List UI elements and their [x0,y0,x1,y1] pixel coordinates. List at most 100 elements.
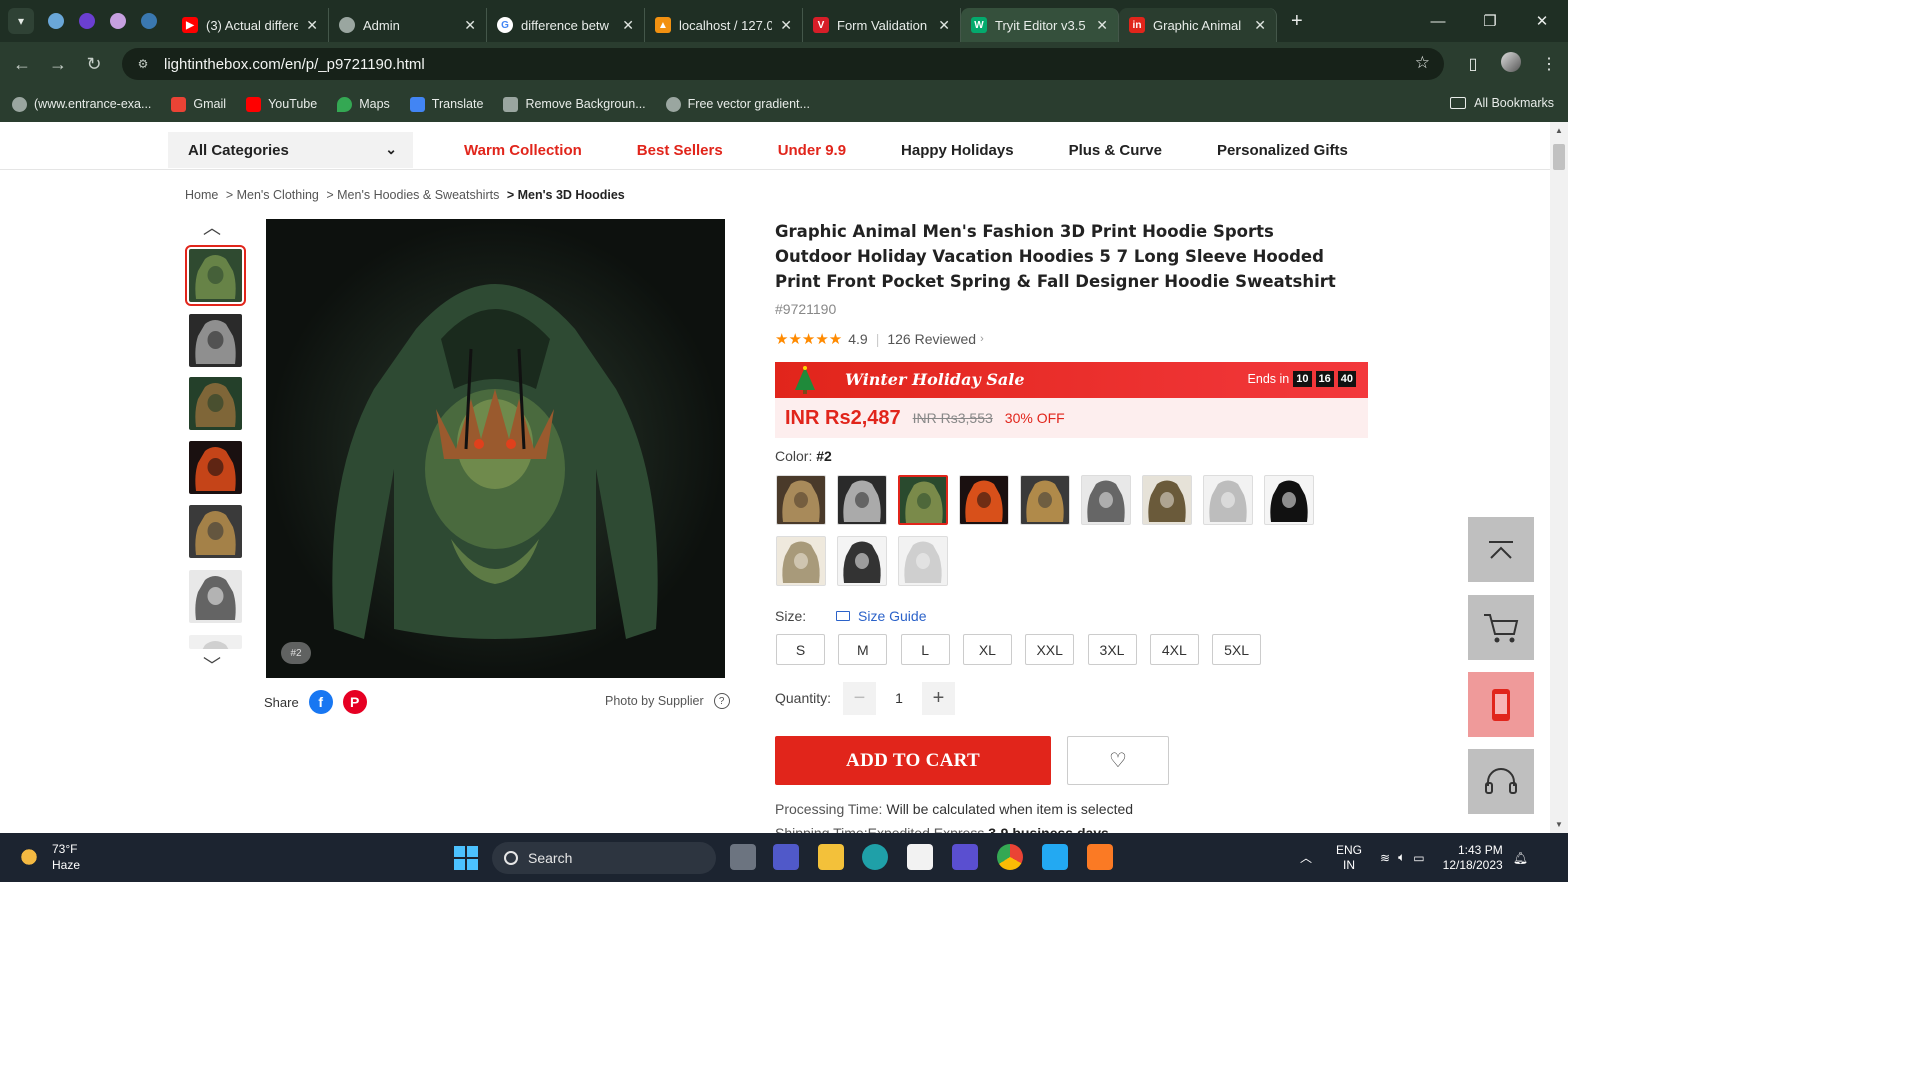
scroll-down-icon[interactable]: ▼ [1550,820,1568,829]
pinned-tab-icon[interactable] [110,13,126,29]
add-to-cart-button[interactable]: ADD TO CART [775,736,1051,785]
color-swatch[interactable] [776,475,826,525]
bookmark-item[interactable]: Free vector gradient... [665,96,810,112]
close-tab-icon[interactable]: ✕ [622,17,634,34]
bookmark-item[interactable]: (www.entrance-exa... [12,96,151,112]
main-product-image[interactable] [266,219,725,678]
tab-search-button[interactable]: ▾ [8,8,34,34]
clock[interactable]: 1:43 PM 12/18/2023 [1443,843,1503,873]
site-info-icon[interactable]: ⚙ [134,55,152,73]
breadcrumb-home[interactable]: Home [185,188,218,202]
chrome-icon[interactable] [997,844,1023,870]
quantity-decrease-button[interactable]: − [843,682,876,715]
size-option-xl[interactable]: XL [962,634,1012,665]
product-thumbnail[interactable] [189,314,242,367]
wifi-icon[interactable]: ≋ [1380,851,1390,865]
url-text[interactable]: lightinthebox.com/en/p/_p9721190.html [164,56,425,73]
weather-widget[interactable]: 73°F Haze [16,841,80,873]
close-tab-icon[interactable]: ✕ [306,17,318,34]
language-indicator[interactable]: ENG IN [1336,843,1362,873]
thumbnail-scroll-down-icon[interactable]: ﹀ [201,652,223,678]
color-swatch[interactable] [837,536,887,586]
color-swatch[interactable] [1203,475,1253,525]
mobile-app-button[interactable] [1468,672,1534,737]
nav-link-best-sellers[interactable]: Best Sellers [637,142,723,159]
close-tab-icon[interactable]: ✕ [780,17,792,34]
bookmark-item[interactable]: Gmail [171,96,226,112]
bookmark-item[interactable]: Maps [337,96,390,112]
wishlist-button[interactable]: ♡ [1067,736,1169,785]
color-swatch[interactable] [959,475,1009,525]
color-swatch[interactable] [1081,475,1131,525]
nav-link-plus-curve[interactable]: Plus & Curve [1069,142,1162,159]
color-swatch[interactable] [898,536,948,586]
size-option-m[interactable]: M [838,634,888,665]
reviews-link[interactable]: 126 Reviewed [887,331,976,347]
volume-icon[interactable]: 🔈︎ [1398,850,1405,865]
close-tab-icon[interactable]: ✕ [1096,17,1108,34]
page-scrollbar[interactable]: ▲ ▼ [1550,122,1568,833]
bookmark-star-icon[interactable]: ☆ [1415,53,1430,73]
color-swatch[interactable] [776,536,826,586]
app-icon[interactable] [952,844,978,870]
restore-icon[interactable]: ❐ [1464,0,1516,42]
product-thumbnail[interactable] [189,505,242,558]
tab-phpmyadmin[interactable]: ▲ localhost / 127.0 ✕ [645,8,803,42]
reload-icon[interactable]: ↻ [76,54,112,75]
tab-admin[interactable]: Admin ✕ [329,8,487,42]
tab-google[interactable]: G difference betw ✕ [487,8,645,42]
url-bar[interactable]: ⚙ lightinthebox.com/en/p/_p9721190.html … [122,48,1444,80]
windows-start-icon[interactable] [454,846,478,870]
chevron-up-icon[interactable]: ︿ [1300,849,1312,866]
tab-tryit-editor[interactable]: W Tryit Editor v3.5 ✕ [961,8,1119,42]
size-option-l[interactable]: L [900,634,950,665]
teams-icon[interactable] [773,844,799,870]
size-option-4xl[interactable]: 4XL [1149,634,1199,665]
color-swatch[interactable] [898,475,948,525]
edge-icon[interactable] [862,844,888,870]
battery-icon[interactable]: ▭ [1413,851,1424,865]
product-thumbnail[interactable] [189,570,242,623]
nav-link-under-9-9[interactable]: Under 9.9 [778,142,846,159]
tab-form-validation[interactable]: V Form Validation ✕ [803,8,961,42]
color-swatch[interactable] [837,475,887,525]
nav-link-happy-holidays[interactable]: Happy Holidays [901,142,1014,159]
breadcrumb-hoodies[interactable]: > Men's Hoodies & Sweatshirts [326,188,499,202]
pinned-tab-icon[interactable] [48,13,64,29]
quantity-increase-button[interactable]: + [922,682,955,715]
product-thumbnail[interactable] [189,377,242,430]
close-tab-icon[interactable]: ✕ [938,17,950,34]
back-to-top-button[interactable] [1468,517,1534,582]
new-tab-icon[interactable]: + [1291,10,1303,33]
thumbnail-scroll-up-icon[interactable]: ︿ [201,214,223,240]
close-tab-icon[interactable]: ✕ [1254,17,1266,34]
size-option-xxl[interactable]: XXL [1025,634,1075,665]
help-icon[interactable]: ? [713,693,730,709]
more-menu-icon[interactable]: ⋮ [1530,54,1568,74]
quantity-value[interactable]: 1 [885,690,913,706]
color-swatch[interactable] [1264,475,1314,525]
nav-link-personalized-gifts[interactable]: Personalized Gifts [1217,142,1348,159]
all-bookmarks-button[interactable]: All Bookmarks [1450,96,1554,110]
customer-service-button[interactable] [1468,749,1534,814]
taskbar-search[interactable]: Search [492,842,716,874]
back-icon[interactable]: ← [4,54,40,75]
color-swatch[interactable] [1142,475,1192,525]
forward-icon[interactable]: → [40,54,76,75]
file-explorer-icon[interactable] [818,844,844,870]
product-thumbnail[interactable] [189,441,242,494]
notification-bell-icon[interactable]: 🔔︎ [1513,851,1528,865]
task-view-icon[interactable] [730,844,756,870]
size-guide-link[interactable]: Size Guide [836,608,926,624]
nav-link-warm-collection[interactable]: Warm Collection [464,142,582,159]
close-tab-icon[interactable]: ✕ [464,17,476,34]
color-swatch[interactable] [1020,475,1070,525]
product-thumbnail[interactable] [185,245,246,306]
product-thumbnail[interactable] [189,635,242,649]
tab-youtube[interactable]: ▶ (3) Actual differe ✕ [172,8,329,42]
all-categories-dropdown[interactable]: All Categories ⌄ [168,132,413,168]
facebook-icon[interactable]: f [308,690,333,714]
size-option-5xl[interactable]: 5XL [1212,634,1262,665]
bookmark-item[interactable]: Remove Backgroun... [503,96,646,112]
scrollbar-thumb[interactable] [1553,144,1565,170]
